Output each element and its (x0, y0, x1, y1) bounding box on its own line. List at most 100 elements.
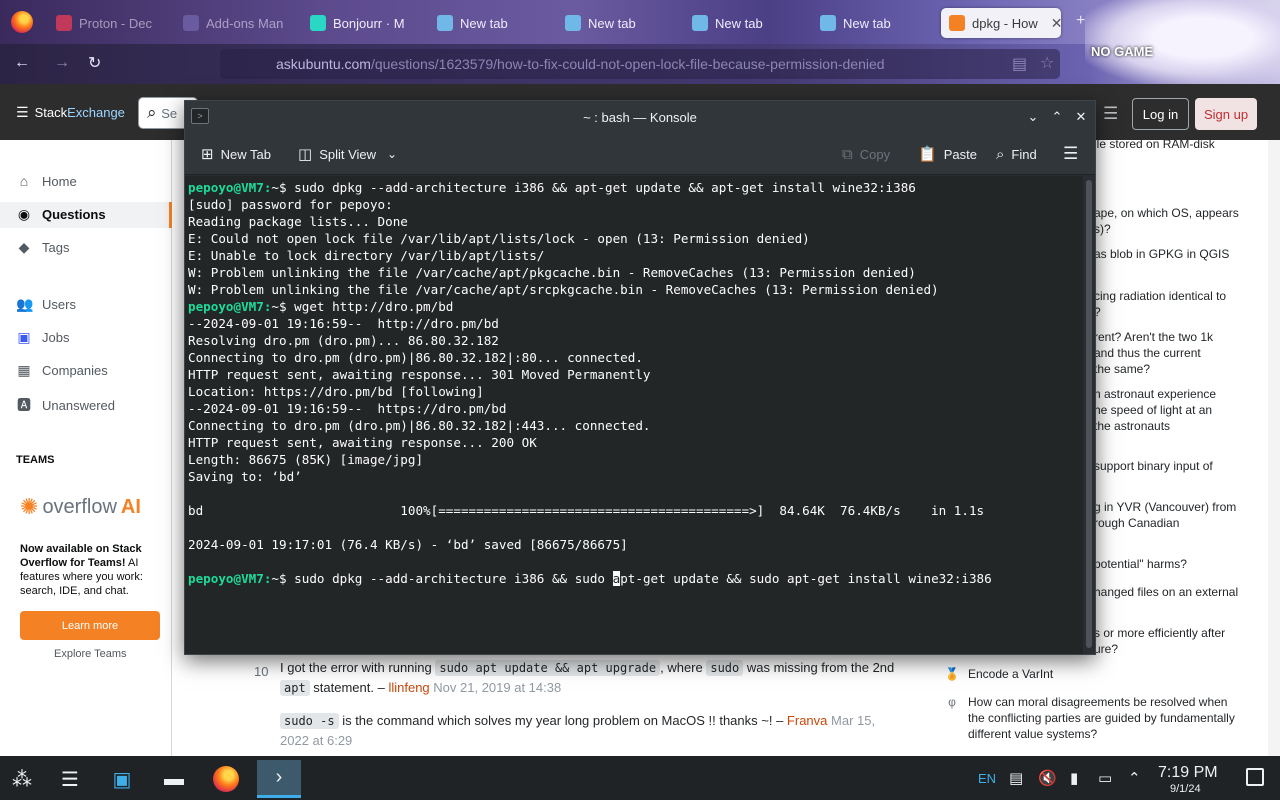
browser-tab-proton[interactable]: Proton - Dec (56, 8, 166, 38)
learn-more-button[interactable]: Learn more (20, 611, 160, 640)
hamburger-menu-button[interactable]: ☰ (1063, 143, 1078, 165)
browser-tab-new-1[interactable]: New tab (437, 8, 537, 38)
hot-question-fragment[interactable]: ape, on which OS, appears (1094, 205, 1264, 221)
system-settings-icon[interactable]: ☰ (48, 760, 92, 798)
discover-store-icon[interactable]: ▣ (100, 760, 144, 798)
hot-question-fragment[interactable]: s)? (1094, 221, 1264, 237)
sidebar-item-companies[interactable]: ▦ Companies (16, 362, 107, 379)
reload-icon[interactable]: ↻ (88, 53, 101, 73)
stackexchange-logo[interactable]: ☰ StackExchange (16, 104, 125, 121)
tray-expand-chevron-icon[interactable]: ⌃ (1128, 769, 1141, 787)
comment-1: 10 I got the error with running sudo apt… (250, 658, 900, 698)
page-scrollbar[interactable] (1268, 140, 1280, 760)
terminal-line: E: Unable to lock directory /var/lib/apt… (188, 247, 1083, 264)
back-arrow-icon[interactable]: ← (14, 54, 30, 72)
tab-label: dpkg - How (972, 15, 1038, 31)
konsole-app-icon[interactable]: > (191, 108, 209, 124)
hot-question-fragment[interactable]: support binary input of (1094, 458, 1264, 474)
terminal-scrollbar[interactable] (1083, 176, 1095, 654)
comment-user-link[interactable]: llinfeng (388, 680, 429, 695)
sidebar-item-unanswered[interactable]: 🅰 Unanswered (16, 395, 115, 415)
hot-question-fragment[interactable]: as blob in GPKG in QGIS (1094, 246, 1264, 262)
chevron-down-icon[interactable]: ⌄ (387, 147, 397, 161)
reader-view-icon[interactable]: ▤ (1012, 54, 1027, 74)
tab-label: Proton - Dec (79, 15, 152, 31)
bookmark-star-icon[interactable]: ☆ (1040, 53, 1054, 73)
find-button[interactable]: ⌕ Find (996, 143, 1037, 165)
konsole-titlebar[interactable]: > ~ : bash — Konsole ⌄ ⌃ ✕ (185, 101, 1095, 133)
firefox-taskbar-icon[interactable] (204, 760, 248, 798)
app-launcher-icon[interactable]: ⁂ (0, 760, 44, 798)
paste-button[interactable]: 📋 Paste (918, 143, 977, 165)
usb-device-icon[interactable]: ▮ (1070, 769, 1078, 787)
terminal-line-text: --2024-09-01 19:16:59-- https://dro.pm/b… (188, 401, 507, 416)
browser-tab-bonjourr[interactable]: Bonjourr · M (310, 8, 415, 38)
hot-question-fragment[interactable]: g in YVR (Vancouver) from (1094, 499, 1264, 515)
terminal-line: Location: https://dro.pm/bd [following] (188, 383, 1083, 400)
hot-question-fragment[interactable]: rough Canadian (1094, 515, 1264, 531)
hot-question-fragment[interactable]: hanged files on an external (1094, 584, 1264, 600)
forward-arrow-icon[interactable]: → (54, 54, 70, 72)
file-manager-icon[interactable]: ▬ (152, 760, 196, 798)
hot-question-fragment[interactable]: the astronauts (1094, 418, 1264, 434)
sidebar-item-questions[interactable]: ◉ Questions (16, 206, 106, 223)
new-tab-plus-icon[interactable]: + (1076, 12, 1085, 30)
hot-question-fragment[interactable]: n astronaut experience (1094, 386, 1264, 402)
site-switcher-icon[interactable]: ☰ (1103, 104, 1118, 124)
network-icon[interactable]: ▭ (1098, 769, 1112, 787)
tab-label: New tab (715, 15, 763, 31)
signup-button[interactable]: Sign up (1195, 98, 1257, 130)
comment-user-link[interactable]: Franva (787, 713, 827, 728)
clipboard-tray-icon[interactable]: ▤ (1009, 769, 1023, 787)
stackexchange-menu-icon[interactable]: ☰ (16, 104, 29, 121)
konsole-taskbar-icon[interactable]: › (257, 760, 301, 798)
hot-question-fragment[interactable]: ure? (1094, 641, 1264, 657)
show-desktop-icon[interactable] (1246, 768, 1264, 786)
hot-question-fragment[interactable]: s or more efficiently after (1094, 625, 1264, 641)
copy-button[interactable]: ⧉ Copy (842, 143, 890, 165)
sidebar-item-users[interactable]: 👥 Users (16, 296, 76, 313)
logo-word-stack: Stack (34, 105, 68, 120)
url-bar[interactable]: askubuntu.com/questions/1623579/how-to-f… (220, 49, 1060, 79)
hot-question-fragment[interactable]: ? (1094, 304, 1264, 320)
browser-tab-dpkg-active[interactable]: dpkg - How ✕ (941, 8, 1061, 38)
terminal-scrollbar-thumb[interactable] (1086, 180, 1092, 648)
minimize-icon[interactable]: ⌄ (1023, 107, 1043, 127)
clock-time[interactable]: 7:19 PM (1158, 764, 1218, 782)
terminal-output[interactable]: pepoyo@VM7:~$ sudo dpkg --add-architectu… (185, 176, 1083, 654)
new-tab-button[interactable]: ⊞ New Tab (201, 143, 271, 165)
comment-date[interactable]: Nov 21, 2019 at 14:38 (433, 680, 561, 695)
hot-question-fragment[interactable]: and thus the current (1094, 345, 1264, 361)
split-view-button[interactable]: ◫ Split View ⌄ (298, 143, 397, 165)
terminal-line-text: Length: 86675 (85K) [image/jpg] (188, 452, 424, 467)
close-tab-icon[interactable]: ✕ (1051, 15, 1061, 32)
login-button[interactable]: Log in (1132, 98, 1189, 130)
hot-question-fragment[interactable]: cing radiation identical to (1094, 288, 1264, 304)
hot-question-fragment[interactable]: the same? (1094, 361, 1264, 377)
keyboard-layout-indicator[interactable]: EN (978, 771, 996, 786)
explore-teams-link[interactable]: Explore Teams (54, 648, 127, 660)
sidebar-item-home[interactable]: ⌂ Home (16, 173, 77, 189)
sidebar-item-jobs[interactable]: ▣ Jobs (16, 329, 69, 346)
hot-question-item[interactable]: 🏅 Encode a VarInt (944, 666, 1054, 682)
close-window-icon[interactable]: ✕ (1071, 107, 1091, 127)
comment-code: sudo -s (280, 713, 339, 729)
hot-question-title[interactable]: How can moral disagreements be resolved … (968, 694, 1244, 742)
maximize-icon[interactable]: ⌃ (1047, 107, 1067, 127)
sidebar-item-tags[interactable]: ◆ Tags (16, 239, 70, 256)
browser-tab-new-2[interactable]: New tab (565, 8, 665, 38)
volume-muted-icon[interactable]: 🔇 (1038, 769, 1057, 787)
browser-tab-addons[interactable]: Add-ons Man (183, 8, 293, 38)
hot-question-title[interactable]: Encode a VarInt (968, 666, 1053, 682)
clock-date[interactable]: 9/1/24 (1170, 783, 1201, 795)
users-icon: 👥 (16, 296, 34, 312)
hot-question-fragment[interactable]: ile stored on RAM-disk (1094, 140, 1264, 152)
hot-question-fragment[interactable]: rent? Aren't the two 1k (1094, 329, 1264, 345)
hot-question-fragment[interactable]: potential" harms? (1094, 556, 1264, 572)
browser-tab-new-4[interactable]: New tab (820, 8, 920, 38)
terminal-prompt: pepoyo@VM7: (188, 180, 272, 195)
hot-question-fragment[interactable]: he speed of light at an (1094, 402, 1264, 418)
browser-tab-new-3[interactable]: New tab (692, 8, 792, 38)
hot-question-item[interactable]: φ How can moral disagreements be resolve… (944, 694, 1244, 742)
